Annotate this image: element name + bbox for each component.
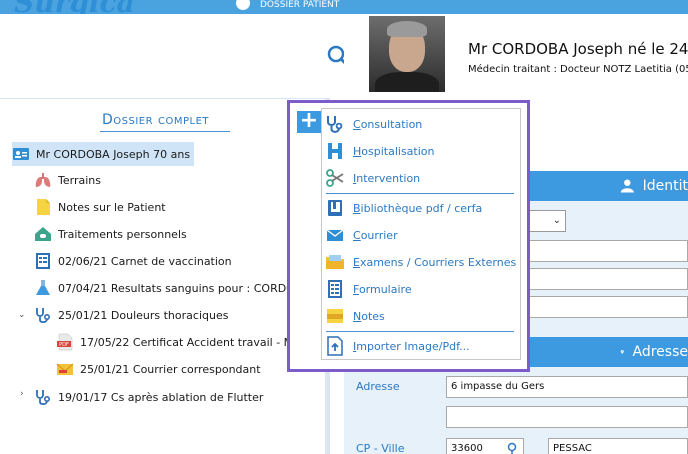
patient-photo: [369, 16, 445, 92]
menu-item-consultation[interactable]: Consultation: [322, 111, 522, 137]
tree-item-courrier[interactable]: 25/01/21 Courrier correspondant: [56, 357, 261, 381]
tree-item-label: Traitements personnels: [58, 227, 187, 241]
menu-item-formulaire[interactable]: Formulaire: [322, 276, 522, 302]
svg-text:PDF: PDF: [59, 342, 69, 348]
form-icon: [36, 253, 50, 269]
book-icon: [328, 200, 342, 216]
city-input[interactable]: PESSAC: [548, 438, 688, 454]
note-icon: [37, 199, 50, 215]
title-underline: [100, 131, 230, 132]
tree-item-label: 19/01/17 Cs après ablation de Flutter: [58, 390, 264, 404]
tree-item-terrains[interactable]: Terrains: [34, 168, 101, 192]
menu-item-bibliotheque[interactable]: Bibliothèque pdf / cerfa: [322, 195, 522, 221]
tree-item-douleurs[interactable]: 25/01/21 Douleurs thoraciques: [34, 303, 228, 327]
menu-item-label: Hospitalisation: [353, 144, 435, 158]
menu-item-label: Formulaire: [353, 282, 412, 296]
address-input[interactable]: 6 impasse du Gers: [446, 376, 688, 398]
identity-field-1[interactable]: [520, 240, 688, 262]
cp-ville-label: CP - Ville: [356, 442, 405, 454]
notes-icon: [327, 309, 343, 323]
section-address-header[interactable]: Adresse: [520, 337, 688, 367]
tree-item-traitements[interactable]: Traitements personnels: [34, 222, 187, 246]
location-pin-icon: [620, 349, 624, 355]
menu-item-hospitalisation[interactable]: Hospitalisation: [322, 138, 522, 164]
add-button[interactable]: +: [297, 110, 321, 133]
user-icon: [236, 0, 250, 10]
menu-item-label: Bibliothèque pdf / cerfa: [353, 201, 483, 215]
section-address-label: Adresse: [632, 344, 688, 360]
menu-item-courrier[interactable]: Courrier: [322, 222, 522, 248]
tree-item-label: 25/01/21 Courrier correspondant: [80, 362, 261, 376]
left-top-area: [0, 14, 330, 98]
hospital-h-icon: [328, 143, 342, 159]
menu-item-label: Consultation: [353, 117, 423, 131]
add-menu: Consultation Hospitalisation Interventio…: [321, 108, 521, 360]
menu-item-label: Intervention: [353, 171, 421, 185]
dossier-complet-title[interactable]: Dossier complet: [102, 112, 209, 128]
menu-item-importer[interactable]: Importer Image/Pdf...: [322, 333, 522, 359]
section-identity-label: Identit: [642, 178, 688, 194]
house-pill-icon: [35, 227, 51, 241]
stethoscope-icon: [327, 116, 343, 133]
identity-field-2[interactable]: [520, 268, 688, 290]
scissors-icon: [326, 169, 344, 187]
person-icon: [620, 179, 634, 193]
envelope-icon: [56, 363, 74, 375]
menu-separator: [326, 331, 514, 332]
menu-item-label: Importer Image/Pdf...: [353, 339, 470, 353]
tree-item-label: Terrains: [58, 173, 101, 187]
form-icon: [328, 280, 342, 298]
lungs-icon: [35, 173, 51, 187]
identity-field-3[interactable]: [520, 296, 688, 318]
menu-item-examens[interactable]: Examens / Courriers Externes: [322, 249, 522, 275]
chevron-down-icon[interactable]: ⌄: [18, 310, 26, 320]
address-label: Adresse: [356, 380, 400, 393]
patient-name: Mr CORDOBA Joseph né le 24/0: [468, 40, 688, 58]
section-identity-header[interactable]: Identit: [520, 171, 688, 201]
stethoscope-icon: [36, 308, 51, 324]
tab-dossier-patient-label: DOSSIER PATIENT: [260, 0, 340, 10]
tree-item-label: 02/06/21 Carnet de vaccination: [58, 254, 232, 268]
tab-dossier-patient[interactable]: DOSSIER PATIENT: [228, 0, 347, 14]
stethoscope-icon: [36, 390, 51, 406]
tree-item-flutter[interactable]: 19/01/17 Cs après ablation de Flutter: [34, 385, 263, 409]
tree-item-label: Notes sur le Patient: [58, 200, 166, 214]
menu-item-label: Notes: [353, 309, 385, 323]
tree-item-label: 25/01/21 Douleurs thoraciques: [58, 308, 229, 322]
import-icon: [327, 336, 343, 356]
menu-item-intervention[interactable]: Intervention: [322, 165, 522, 191]
menu-item-label: Examens / Courriers Externes: [353, 255, 517, 269]
tree-item-vaccination[interactable]: 02/06/21 Carnet de vaccination: [34, 249, 232, 273]
chevron-right-icon[interactable]: ›: [20, 389, 24, 399]
location-pin-icon[interactable]: [506, 442, 518, 454]
doctor-line: Médecin traitant : Docteur NOTZ Laetitia…: [468, 64, 688, 75]
patient-card-icon: [13, 148, 29, 160]
tree-item-notes[interactable]: Notes sur le Patient: [34, 195, 166, 219]
menu-item-notes[interactable]: Notes: [322, 303, 522, 329]
exam-folder-icon: [326, 255, 344, 269]
menu-item-label: Courrier: [353, 228, 398, 242]
tree-item-patient[interactable]: Mr CORDOBA Joseph 70 ans: [12, 142, 195, 166]
flask-icon: [36, 280, 50, 295]
tree-item-label: Mr CORDOBA Joseph 70 ans: [36, 147, 191, 161]
pdf-icon: PDF: [57, 333, 73, 351]
menu-separator: [326, 193, 514, 194]
address-line2-input[interactable]: [446, 406, 688, 428]
mail-icon: [326, 229, 344, 241]
